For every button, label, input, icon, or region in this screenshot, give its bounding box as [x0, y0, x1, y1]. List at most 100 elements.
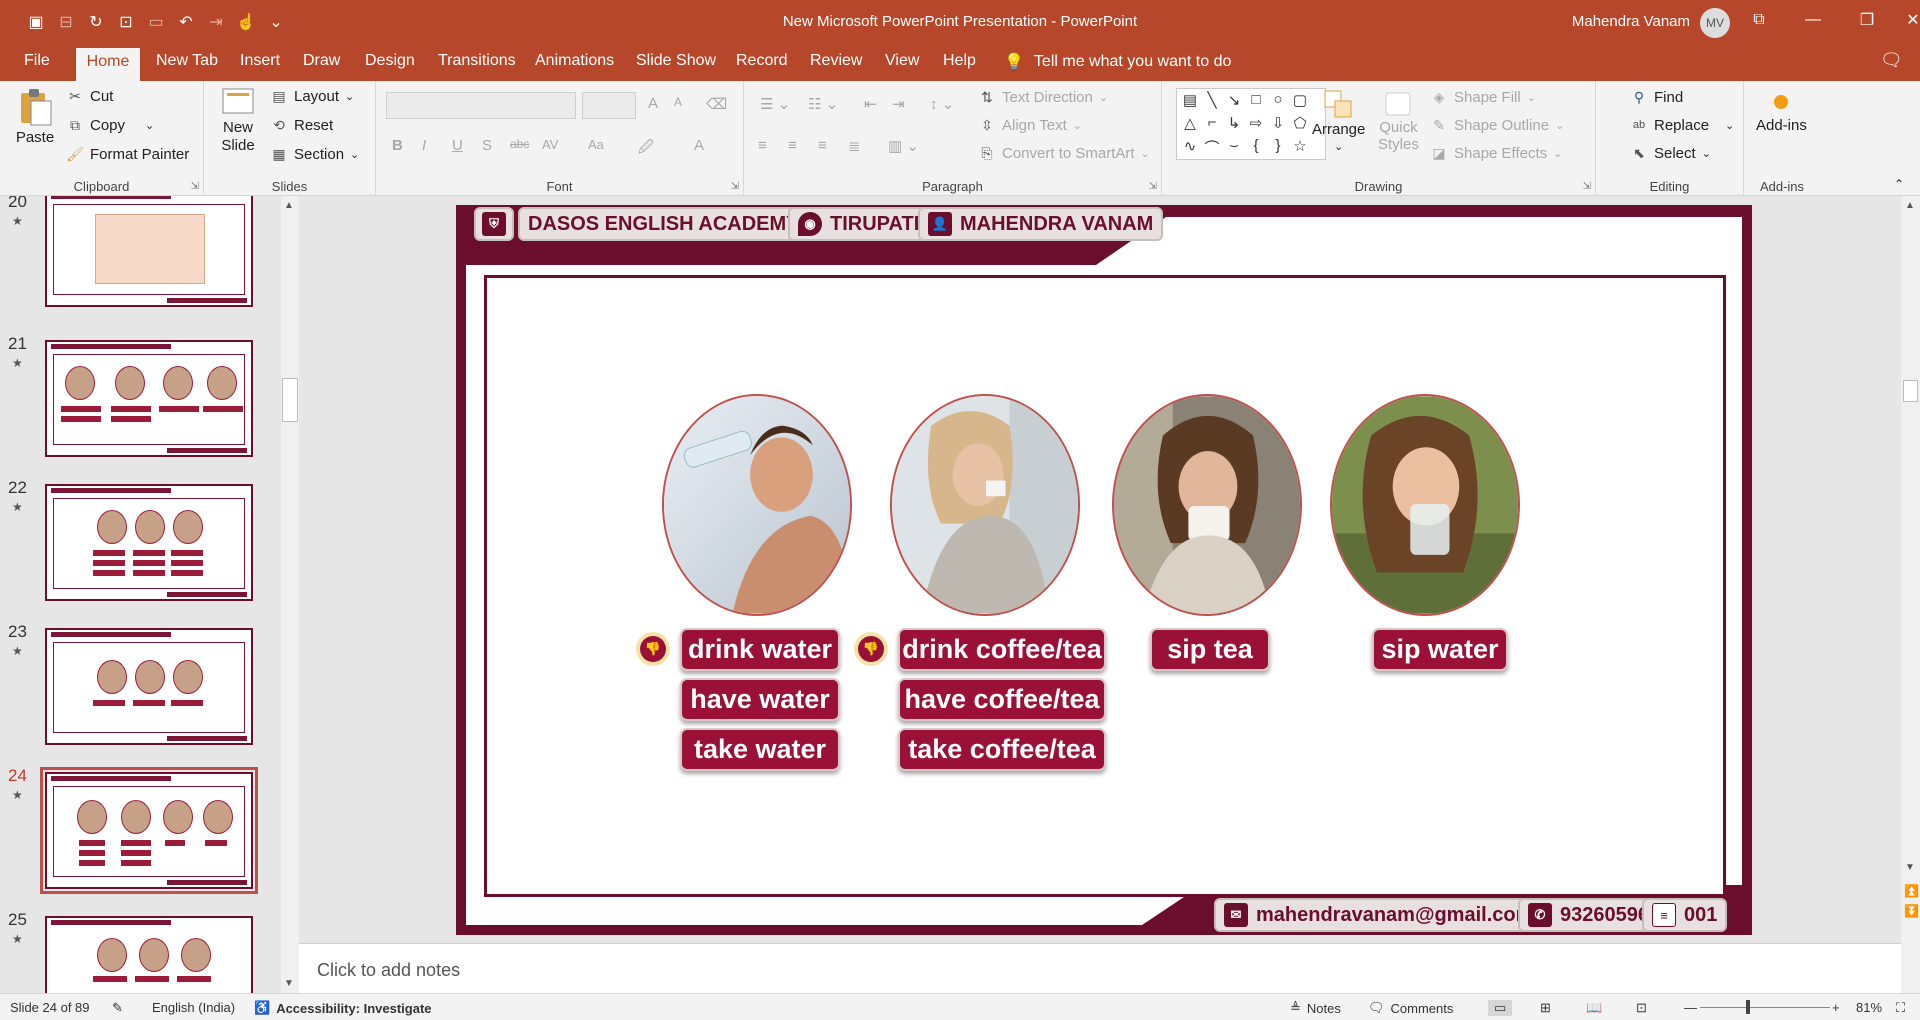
tell-me-search[interactable]: 💡 Tell me what you want to do — [1004, 52, 1231, 72]
slideshow-view-icon[interactable]: ⊡ — [1636, 1000, 1647, 1016]
numbering-icon[interactable]: ☷ ⌄ — [808, 95, 838, 113]
shape-effects-button[interactable]: ◪ Shape Effects ⌄ — [1430, 144, 1562, 162]
collapse-ribbon-icon[interactable]: ⌃ — [1894, 177, 1904, 191]
convert-smartart-button[interactable]: ⎘ Convert to SmartArt ⌄ — [978, 144, 1149, 162]
bold-button[interactable]: B — [392, 137, 403, 154]
increase-indent-icon[interactable]: ⇥ — [892, 95, 905, 113]
text-direction-button[interactable]: ⇅ Text Direction ⌄ — [978, 88, 1108, 106]
slide-thumbnail-21[interactable] — [45, 340, 253, 457]
line-spacing-icon[interactable]: ↕ ⌄ — [930, 95, 954, 113]
scroll-down-icon[interactable]: ▼ — [284, 978, 294, 989]
label-sip-water[interactable]: sip water — [1372, 628, 1508, 671]
scroll-thumb[interactable] — [282, 378, 298, 422]
slide-sorter-icon[interactable]: ⊞ — [1540, 1000, 1551, 1016]
underline-button[interactable]: U — [452, 137, 463, 154]
replace-button[interactable]: ab Replace ⌄ — [1630, 116, 1734, 134]
zoom-out-icon[interactable]: — — [1684, 1000, 1697, 1015]
tab-animations[interactable]: Animations — [535, 52, 614, 70]
zoom-level[interactable]: 81% — [1856, 1000, 1882, 1015]
slide-thumbnail-24[interactable] — [40, 767, 258, 894]
dialog-launcher-icon[interactable]: ⇲ — [731, 181, 739, 192]
reset-button[interactable]: ⟲ Reset — [270, 116, 333, 134]
paste-button[interactable]: Paste — [12, 87, 58, 146]
label-take-water[interactable]: take water — [680, 728, 840, 771]
tab-insert[interactable]: Insert — [240, 52, 280, 70]
arrange-button[interactable]: Arrange ⌄ — [1312, 89, 1365, 153]
photo-woman-drinking-coffee[interactable] — [890, 394, 1080, 616]
layout-button[interactable]: ▤ Layout ⌄ — [270, 87, 354, 105]
italic-button[interactable]: I — [422, 137, 426, 154]
tab-file[interactable]: File — [24, 52, 50, 70]
fit-slide-icon[interactable]: ⛶ — [1896, 1000, 1905, 1016]
label-have-coffee-tea[interactable]: have coffee/tea — [898, 678, 1106, 721]
slide-canvas[interactable]: ⛨ DASOS ENGLISH ACADEMY ◉ TIRUPATI 👤 MAHEN… — [456, 205, 1752, 935]
tab-help[interactable]: Help — [943, 52, 976, 70]
cut-button[interactable]: ✂ Cut — [66, 87, 113, 105]
align-left-icon[interactable]: ≡ — [758, 137, 767, 154]
format-painter-button[interactable]: 🖌 Format Painter — [66, 145, 189, 163]
label-have-water[interactable]: have water — [680, 678, 840, 721]
shrink-font-button[interactable]: A — [674, 95, 682, 109]
quick-styles-button[interactable]: Quick Styles — [1378, 89, 1419, 153]
columns-icon[interactable]: ▥ ⌄ — [888, 137, 919, 155]
normal-view-icon[interactable]: ▭ — [1488, 1000, 1513, 1016]
decrease-indent-icon[interactable]: ⇤ — [864, 95, 877, 113]
tab-draw[interactable]: Draw — [303, 52, 340, 70]
change-case-button[interactable]: Aa — [588, 137, 604, 152]
highlight-icon[interactable]: 🖉 — [638, 137, 654, 162]
close-button[interactable]: ✕ — [1886, 0, 1920, 40]
align-center-icon[interactable]: ≡ — [788, 137, 797, 154]
notes-button[interactable]: ≜ Notes — [1290, 1000, 1341, 1016]
comments-icon[interactable]: 🗨 — [1880, 50, 1903, 71]
thumbnail-scrollbar[interactable]: ▲ ▼ — [281, 196, 299, 993]
label-drink-water[interactable]: drink water — [680, 628, 840, 671]
scroll-up-icon[interactable]: ▲ — [1905, 200, 1915, 211]
photo-man-drinking-water[interactable] — [662, 394, 852, 616]
copy-button[interactable]: ⧉ Copy ⌄ — [66, 116, 154, 134]
scroll-down-icon[interactable]: ▼ — [1905, 862, 1915, 873]
label-sip-tea[interactable]: sip tea — [1150, 628, 1270, 671]
tab-view[interactable]: View — [885, 52, 919, 70]
dialog-launcher-icon[interactable]: ⇲ — [191, 181, 199, 192]
zoom-in-icon[interactable]: + — [1832, 1000, 1840, 1015]
comments-button[interactable]: 🗨 Comments — [1368, 1000, 1453, 1016]
tab-slide-show[interactable]: Slide Show — [636, 52, 716, 70]
font-size-box[interactable] — [582, 92, 636, 119]
dialog-launcher-icon[interactable]: ⇲ — [1149, 181, 1157, 192]
addins-button[interactable]: Add-ins — [1756, 95, 1807, 134]
slide-thumbnail-23[interactable] — [45, 628, 253, 745]
shapes-gallery[interactable]: ▤ ╲ ↘ □ ○ ▢ △ ⌐ ↳ ⇨ ⇩ ⬠ ∿ ⌒ ⌣ {} ☆ — [1176, 88, 1326, 160]
new-slide-button[interactable]: New Slide — [216, 87, 260, 155]
notes-check-icon[interactable]: ✎ — [112, 1000, 123, 1016]
tab-new-tab[interactable]: New Tab — [156, 52, 218, 70]
label-drink-coffee-tea[interactable]: drink coffee/tea — [898, 628, 1106, 671]
grow-font-button[interactable]: A — [648, 95, 658, 112]
reading-view-icon[interactable]: 📖 — [1586, 1000, 1602, 1016]
avatar[interactable]: MV — [1700, 8, 1730, 38]
slide-thumbnail-25[interactable] — [45, 916, 253, 993]
accessibility-button[interactable]: ♿ Accessibility: Investigate — [254, 1000, 432, 1016]
language-indicator[interactable]: English (India) — [152, 1000, 235, 1015]
shape-outline-button[interactable]: ✎ Shape Outline ⌄ — [1430, 116, 1564, 134]
scroll-up-icon[interactable]: ▲ — [284, 200, 294, 211]
ribbon-display-icon[interactable]: ⧉ — [1732, 0, 1786, 40]
tab-record[interactable]: Record — [736, 52, 788, 70]
strikethrough-button[interactable]: abc — [510, 137, 529, 151]
justify-icon[interactable]: ≣ — [848, 137, 861, 155]
dialog-launcher-icon[interactable]: ⇲ — [1583, 181, 1591, 192]
next-slide-icon[interactable]: ⏬ — [1904, 904, 1919, 918]
select-button[interactable]: ⬉ Select ⌄ — [1630, 144, 1711, 162]
bullets-icon[interactable]: ☰ ⌄ — [760, 95, 790, 113]
photo-woman-sipping-tea[interactable] — [1112, 394, 1302, 616]
font-color-button[interactable]: A — [694, 137, 704, 154]
previous-slide-icon[interactable]: ⏫ — [1904, 884, 1919, 898]
notes-placeholder[interactable]: Click to add notes — [317, 960, 460, 981]
shape-fill-button[interactable]: ◈ Shape Fill ⌄ — [1430, 88, 1536, 106]
photo-woman-sipping-water[interactable] — [1330, 394, 1520, 616]
label-take-coffee-tea[interactable]: take coffee/tea — [898, 728, 1106, 771]
notes-pane[interactable]: Click to add notes — [299, 943, 1901, 993]
zoom-slider[interactable] — [1700, 1007, 1830, 1008]
slide-scrollbar[interactable]: ▲ ▼ ⏫ ⏬ — [1901, 196, 1920, 993]
scroll-thumb[interactable] — [1903, 380, 1918, 402]
section-button[interactable]: ▦ Section ⌄ — [270, 145, 359, 163]
